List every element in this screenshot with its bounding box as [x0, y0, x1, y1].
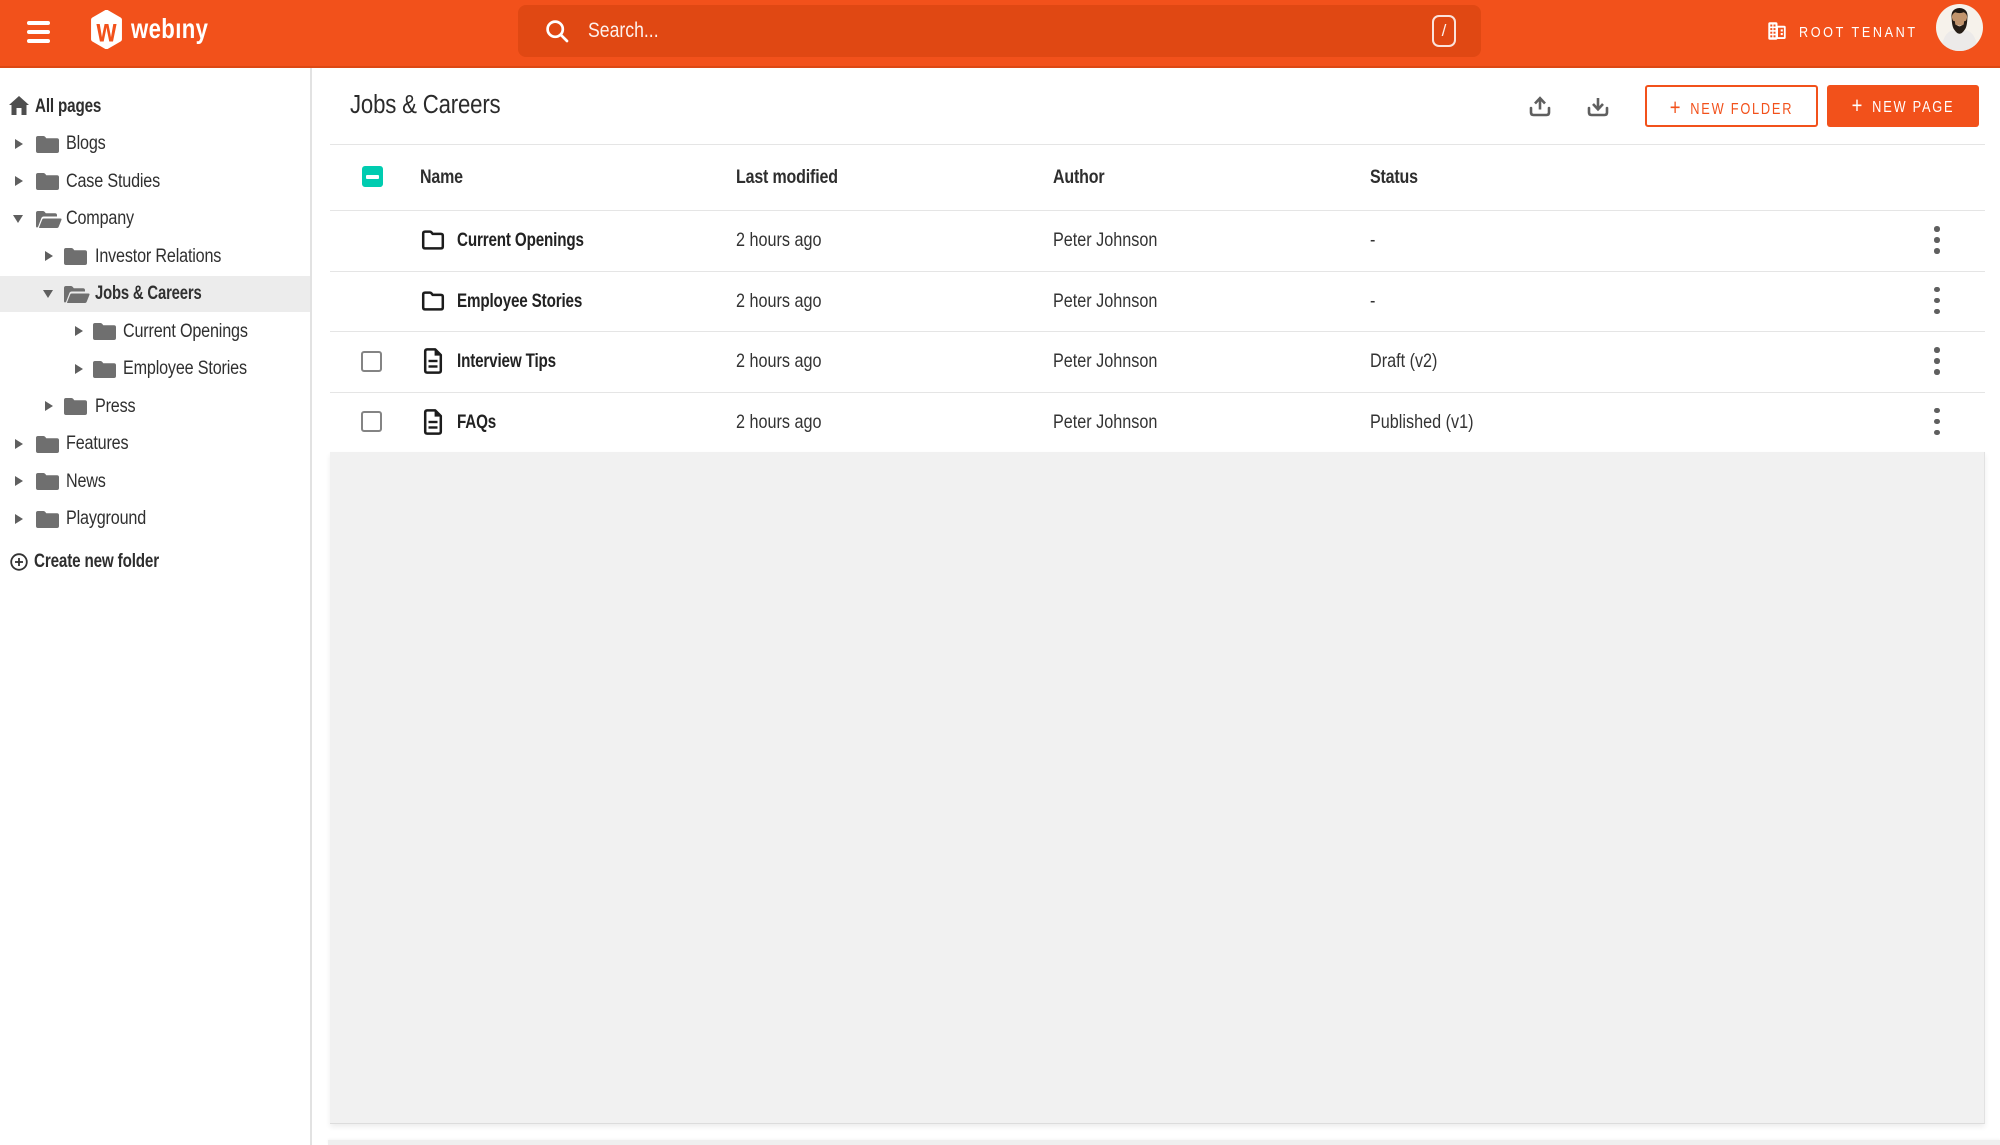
svg-text:w: w — [96, 13, 118, 49]
